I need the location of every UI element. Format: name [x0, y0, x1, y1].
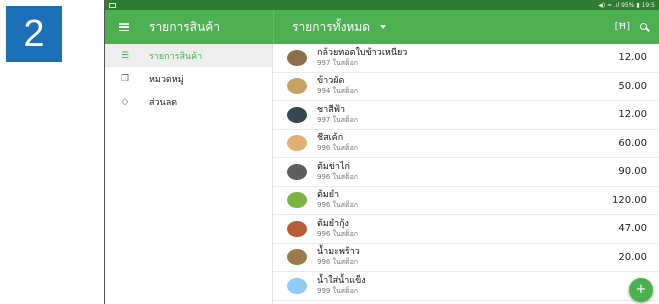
header-actions: [Ħ]	[615, 22, 659, 32]
product-name: ข้าวผัด	[317, 76, 345, 87]
app-bar: รายการสินค้า รายการทั้งหมด [Ħ]	[105, 10, 659, 44]
list-icon: ☰	[120, 50, 130, 61]
product-name: ต้มข่าไก่	[317, 161, 350, 172]
product-stock: 996 ในสต็อก	[317, 258, 359, 267]
list-item[interactable]: ข้าวผัด 994 ในสต็อก 50.00	[273, 73, 659, 101]
product-stock: 997 ในสต็อก	[317, 115, 359, 124]
sidebar: ☰ รายการสินค้า ❐ หมวดหมู่ ◇ ส่วนลด	[105, 44, 273, 304]
product-thumbnail	[287, 277, 307, 294]
product-thumbnail	[287, 163, 307, 180]
product-price: 120.00	[612, 194, 647, 206]
product-stock: 996 ในสต็อก	[317, 144, 359, 153]
menu-icon[interactable]	[119, 23, 129, 31]
main-header: รายการทั้งหมด [Ħ]	[273, 10, 659, 44]
product-thumbnail	[287, 192, 307, 209]
product-stock: 994 ในสต็อก	[317, 87, 359, 96]
list-item[interactable]: ต้มยำกุ้ง 996 ในสต็อก 47.00	[273, 215, 659, 244]
product-price: 12.00	[618, 109, 647, 121]
list-item[interactable]: ต้มยำ 996 ในสต็อก 120.00	[273, 187, 659, 215]
list-item[interactable]: ชาสีฟ้า 997 ในสต็อก 12.00	[273, 101, 659, 130]
product-price: 20.00	[618, 251, 647, 263]
product-stock: 996 ในสต็อก	[317, 172, 359, 181]
list-item[interactable]: น้ำใส่น้ำแข็ง 999 ในสต็อก	[273, 272, 659, 301]
product-thumbnail	[287, 249, 307, 266]
category-icon: ❐	[120, 73, 130, 84]
list-item[interactable]: ต้มข่าไก่ 996 ในสต็อก 90.00	[273, 158, 659, 187]
list-item[interactable]: ชีสเค้ก 996 ในสต็อก 60.00	[273, 130, 659, 158]
status-indicators: ◀) ≈ .ıl 95% ▮ 19:5	[598, 1, 655, 9]
product-name: น้ำมะพร้าว	[317, 247, 360, 258]
product-thumbnail	[287, 220, 307, 237]
app-window: ◀) ≈ .ıl 95% ▮ 19:5 รายการสินค้า รายการท…	[104, 0, 659, 304]
product-thumbnail	[287, 49, 307, 66]
product-stock: 999 ในสต็อก	[317, 286, 359, 295]
product-thumbnail	[287, 135, 307, 152]
product-thumbnail	[287, 78, 307, 95]
status-bar: ◀) ≈ .ıl 95% ▮ 19:5	[105, 0, 659, 10]
screenshot-icon	[109, 2, 116, 8]
product-stock: 996 ในสต็อก	[317, 229, 359, 238]
product-price: 50.00	[618, 80, 647, 92]
product-name: กล้วยทอดใบข้าวเหนียว	[317, 47, 408, 58]
product-list: กล้วยทอดใบข้าวเหนียว 997 ในสต็อก 12.00 ข้…	[273, 44, 659, 304]
sidebar-item-discounts[interactable]: ◇ ส่วนลด	[105, 90, 272, 113]
product-price: 60.00	[618, 137, 647, 149]
barcode-scan-icon[interactable]: [Ħ]	[615, 22, 630, 32]
list-item[interactable]: กล้วยทอดใบข้าวเหนียว 997 ในสต็อก 12.00	[273, 44, 659, 73]
sidebar-title: รายการสินค้า	[149, 19, 220, 34]
product-thumbnail	[287, 106, 307, 123]
product-name: ชาสีฟ้า	[317, 104, 346, 115]
sidebar-item-categories[interactable]: ❐ หมวดหมู่	[105, 67, 272, 90]
product-price: 90.00	[618, 166, 647, 178]
product-price: 12.00	[618, 52, 647, 64]
sidebar-item-label: รายการสินค้า	[149, 51, 203, 62]
product-stock: 996 ในสต็อก	[317, 201, 359, 210]
product-name: ต้มยำ	[317, 190, 340, 201]
sidebar-item-label: ส่วนลด	[149, 97, 178, 108]
list-item[interactable]: น้ำมะพร้าว 996 ในสต็อก 20.00	[273, 244, 659, 272]
filter-dropdown-label[interactable]: รายการทั้งหมด	[292, 18, 370, 37]
product-name: ต้มยำกุ้ง	[317, 218, 349, 229]
tag-icon: ◇	[121, 96, 129, 107]
product-stock: 997 ในสต็อก	[317, 58, 359, 67]
sidebar-item-label: หมวดหมู่	[149, 74, 184, 85]
sidebar-item-products[interactable]: ☰ รายการสินค้า	[105, 44, 272, 67]
step-number-badge: 2	[6, 6, 62, 62]
chevron-down-icon[interactable]	[380, 25, 387, 29]
add-product-button[interactable]: +	[629, 278, 653, 302]
product-name: น้ำใส่น้ำแข็ง	[317, 275, 366, 286]
product-price: 47.00	[618, 223, 647, 235]
sidebar-header: รายการสินค้า	[105, 10, 273, 44]
product-name: ชีสเค้ก	[317, 133, 344, 144]
search-icon[interactable]	[640, 22, 649, 32]
